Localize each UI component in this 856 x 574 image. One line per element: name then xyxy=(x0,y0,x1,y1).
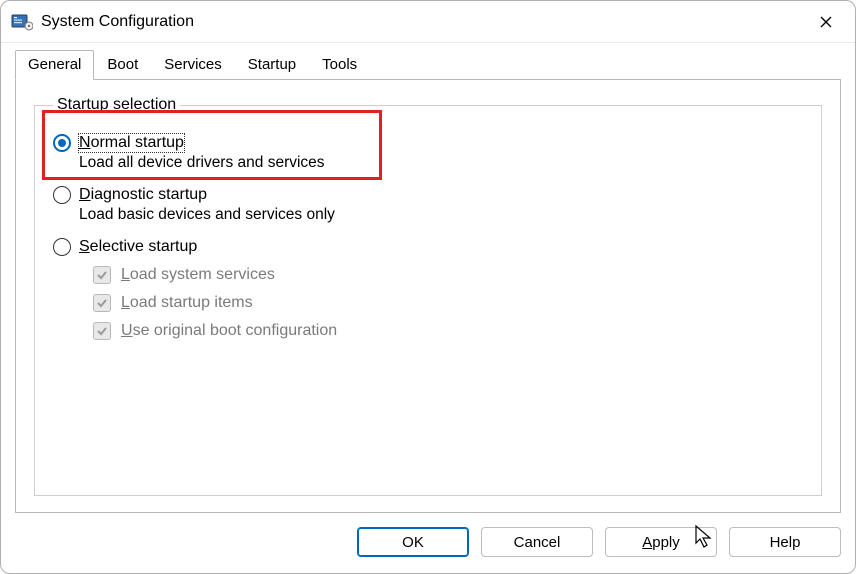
check-load-startup-label: Load startup items xyxy=(121,294,253,312)
dialog-buttons: OK Cancel Apply Help xyxy=(1,513,855,573)
option-normal-row[interactable]: Normal startup xyxy=(53,134,803,152)
apply-button[interactable]: Apply xyxy=(605,527,717,557)
tab-strip: General Boot Services Startup Tools xyxy=(15,49,841,79)
app-icon xyxy=(11,12,33,32)
tab-startup[interactable]: Startup xyxy=(235,50,309,80)
radio-diagnostic[interactable] xyxy=(53,186,71,204)
tab-services[interactable]: Services xyxy=(151,50,235,80)
window-title: System Configuration xyxy=(41,13,803,31)
check-use-boot-row: Use original boot configuration xyxy=(93,322,803,340)
radio-selective[interactable] xyxy=(53,238,71,256)
tab-panel-general: Startup selection Normal startup Load al… xyxy=(15,79,841,513)
radio-diagnostic-label[interactable]: Diagnostic startup xyxy=(79,186,207,204)
radio-normal-desc: Load all device drivers and services xyxy=(79,154,803,172)
group-legend: Startup selection xyxy=(53,96,180,114)
ok-button[interactable]: OK xyxy=(357,527,469,557)
check-load-services xyxy=(93,266,111,284)
check-icon xyxy=(96,269,108,281)
option-selective-row[interactable]: Selective startup xyxy=(53,238,803,256)
client-area: General Boot Services Startup Tools Star… xyxy=(1,43,855,513)
startup-selection-group: Startup selection Normal startup Load al… xyxy=(34,96,822,496)
check-load-startup xyxy=(93,294,111,312)
radio-selective-label[interactable]: Selective startup xyxy=(79,238,197,256)
check-load-services-row: Load system services xyxy=(93,266,803,284)
msconfig-window: System Configuration General Boot Servic… xyxy=(0,0,856,574)
close-icon xyxy=(820,16,832,28)
tab-general[interactable]: General xyxy=(15,50,94,80)
check-icon xyxy=(96,297,108,309)
check-load-services-label: Load system services xyxy=(121,266,275,284)
check-use-boot xyxy=(93,322,111,340)
option-diagnostic-row[interactable]: Diagnostic startup xyxy=(53,186,803,204)
cancel-button[interactable]: Cancel xyxy=(481,527,593,557)
radio-normal-label[interactable]: Normal startup xyxy=(79,134,184,152)
tab-tools[interactable]: Tools xyxy=(309,50,370,80)
check-use-boot-label: Use original boot configuration xyxy=(121,322,337,340)
check-icon xyxy=(96,325,108,337)
radio-diagnostic-desc: Load basic devices and services only xyxy=(79,206,803,224)
radio-normal[interactable] xyxy=(53,134,71,152)
tab-boot[interactable]: Boot xyxy=(94,50,151,80)
titlebar: System Configuration xyxy=(1,1,855,43)
help-button[interactable]: Help xyxy=(729,527,841,557)
close-button[interactable] xyxy=(803,3,849,41)
check-load-startup-row: Load startup items xyxy=(93,294,803,312)
